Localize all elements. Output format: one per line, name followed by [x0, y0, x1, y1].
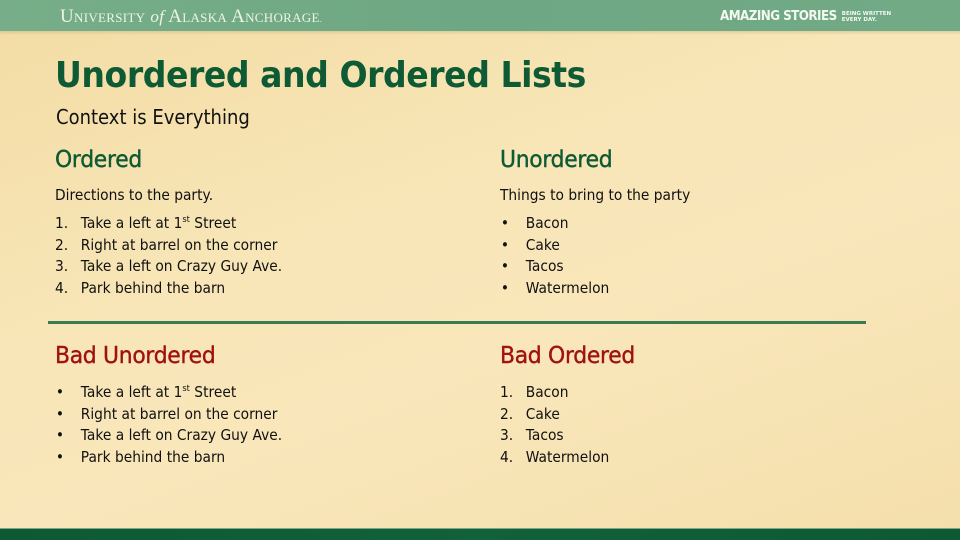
- list-item: 3. Take a left on Crazy Guy Ave.: [55, 256, 423, 278]
- item-text-after: Street: [189, 214, 237, 232]
- list-item-text: Cake: [525, 235, 560, 254]
- section-heading: Ordered: [55, 147, 143, 173]
- item-text-after: Street: [189, 383, 237, 401]
- list-item: 4. Watermelon: [500, 447, 868, 469]
- list-item-text: Right at barrel on the corner: [80, 235, 278, 254]
- list-item-text: Park behind the barn: [80, 448, 226, 467]
- bad-ordered-list: 1. Bacon 2. Cake 3. Tacos 4. Watermelon: [500, 382, 900, 469]
- logo-rest: Alaska Anchorage: [168, 6, 320, 27]
- list-item: • Bacon: [500, 213, 868, 235]
- list-item-text: Watermelon: [525, 279, 610, 298]
- logo-mark: .: [319, 15, 323, 24]
- bullet-icon: •: [500, 235, 510, 254]
- item-text-sup: st: [182, 384, 190, 394]
- list-item-text: Bacon: [525, 214, 569, 232]
- list-item-text: Cake: [525, 404, 560, 423]
- list-marker: 2.: [55, 235, 69, 254]
- list-marker: 3.: [500, 426, 514, 445]
- list-marker: 2.: [500, 404, 514, 423]
- footer-band: [0, 528, 960, 540]
- section-bad-ordered: Bad Ordered 1. Bacon 2. Cake 3. Tacos 4.…: [500, 343, 900, 469]
- list-item: • Watermelon: [500, 278, 868, 300]
- tagline-main: AMAZING STORIES: [720, 9, 837, 24]
- tagline-sub: BEING WRITTEN EVERY DAY.: [842, 11, 891, 23]
- list-item-text: Take a left at 1st Street: [81, 382, 236, 404]
- list-item-text: Take a left on Crazy Guy Ave.: [80, 257, 283, 276]
- list-item: • Park behind the barn: [55, 447, 423, 469]
- section-divider: [48, 321, 866, 324]
- tagline: AMAZING STORIES BEING WRITTEN EVERY DAY.: [720, 9, 891, 24]
- bullet-icon: •: [500, 214, 510, 232]
- list-item-text: Tacos: [525, 426, 564, 445]
- item-text-main: Take a left at 1: [80, 383, 183, 401]
- list-marker: 1.: [55, 214, 69, 232]
- logo-of: of: [150, 7, 165, 26]
- list-marker: 4.: [55, 279, 69, 298]
- bad-unordered-list: • Take a left at 1st Street • Right at b…: [55, 382, 455, 469]
- section-ordered: Ordered Directions to the party. 1. Take…: [55, 147, 455, 300]
- bullet-icon: •: [55, 426, 65, 445]
- section-heading: Bad Ordered: [500, 343, 636, 369]
- list-marker: 3.: [55, 257, 69, 276]
- list-item: 1. Take a left at 1st Street: [55, 213, 423, 235]
- header-band: University of Alaska Anchorage. AMAZING …: [0, 0, 960, 31]
- list-item: • Right at barrel on the corner: [55, 404, 423, 426]
- section-heading: Unordered: [500, 147, 613, 173]
- list-item: 2. Cake: [500, 404, 868, 426]
- list-item: 1. Bacon: [500, 382, 868, 404]
- unordered-list: • Bacon • Cake • Tacos • Watermelon: [500, 213, 900, 300]
- ordered-list: 1. Take a left at 1st Street 2. Right at…: [55, 213, 455, 300]
- bullet-icon: •: [500, 257, 510, 276]
- section-bad-unordered: Bad Unordered • Take a left at 1st Stree…: [55, 343, 455, 469]
- list-marker: 4.: [500, 448, 514, 467]
- list-item-text: Watermelon: [525, 448, 610, 467]
- list-item-text: Tacos: [525, 257, 564, 276]
- section-description: Directions to the party.: [55, 186, 214, 204]
- bullet-icon: •: [55, 448, 65, 467]
- list-item-text: Right at barrel on the corner: [80, 404, 278, 423]
- university-logo: University of Alaska Anchorage.: [60, 6, 322, 28]
- list-item: • Cake: [500, 235, 868, 257]
- bullet-icon: •: [55, 383, 65, 401]
- header-shadow: [0, 31, 960, 35]
- list-item-text: Take a left on Crazy Guy Ave.: [80, 426, 283, 445]
- list-item-text: Park behind the barn: [80, 279, 226, 298]
- list-item-text: Take a left at 1st Street: [81, 213, 236, 235]
- section-description: Things to bring to the party: [500, 186, 691, 204]
- slide-subtitle: Context is Everything: [56, 105, 250, 129]
- item-text-main: Take a left at 1: [80, 214, 183, 232]
- list-item: 2. Right at barrel on the corner: [55, 235, 423, 257]
- list-item: • Take a left at 1st Street: [55, 382, 423, 404]
- list-item: • Tacos: [500, 256, 868, 278]
- tagline-sub-2: EVERY DAY.: [841, 16, 877, 23]
- section-unordered: Unordered Things to bring to the party •…: [500, 147, 900, 300]
- item-text-sup: st: [182, 215, 190, 225]
- list-item-text: Bacon: [525, 383, 569, 401]
- section-heading: Bad Unordered: [55, 343, 216, 369]
- list-marker: 1.: [500, 383, 514, 401]
- bullet-icon: •: [55, 404, 65, 423]
- logo-university: University: [60, 6, 146, 27]
- slide-title: Unordered and Ordered Lists: [55, 55, 586, 96]
- bullet-icon: •: [500, 279, 510, 298]
- list-item: • Take a left on Crazy Guy Ave.: [55, 425, 423, 447]
- list-item: 3. Tacos: [500, 425, 868, 447]
- list-item: 4. Park behind the barn: [55, 278, 423, 300]
